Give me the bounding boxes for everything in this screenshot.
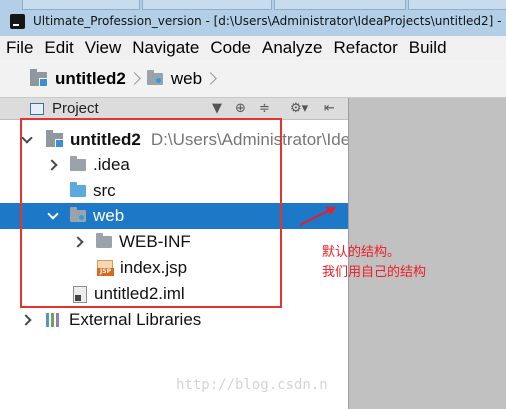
tree-item-untitled2-iml[interactable]: untitled2.iml xyxy=(0,281,348,307)
folder-icon xyxy=(96,233,112,248)
project-path: D:\Users\Administrator\Ide xyxy=(150,130,348,149)
tree-item-label: untitled2.iml xyxy=(94,284,185,303)
collapse-all-icon[interactable]: ≑ xyxy=(259,102,270,116)
window-title: Ultimate_Profession_version - [d:\Users\… xyxy=(33,14,506,28)
annotation-text-line1: 默认的结构。 xyxy=(322,245,401,260)
dropdown-arrow-icon[interactable]: ▼ xyxy=(212,102,222,116)
background-tab[interactable] xyxy=(22,0,140,10)
chevron-right-icon[interactable] xyxy=(71,236,84,248)
project-view-icon xyxy=(30,102,44,115)
tree-item-label: untitled2 xyxy=(70,130,141,149)
chevron-right-icon[interactable] xyxy=(45,159,58,171)
tree-item-index-jsp[interactable]: JSP index.jsp xyxy=(0,255,348,281)
chevron-right-icon[interactable] xyxy=(19,314,32,326)
background-tab[interactable] xyxy=(142,0,272,10)
navigation-bar: untitled2 web xyxy=(0,60,506,98)
jsp-file-icon: JSP xyxy=(97,260,114,276)
window-title-bar: Ultimate_Profession_version - [d:\Users\… xyxy=(0,0,506,36)
menu-edit[interactable]: Edit xyxy=(44,38,73,58)
chevron-down-icon[interactable] xyxy=(21,132,33,145)
background-tab[interactable] xyxy=(408,0,506,10)
menu-analyze[interactable]: Analyze xyxy=(262,38,322,58)
web-folder-icon xyxy=(70,207,86,222)
breadcrumb-label: untitled2 xyxy=(55,68,126,88)
menu-view[interactable]: View xyxy=(85,38,122,58)
libraries-icon xyxy=(46,313,62,327)
annotation-text-line2: 我们用自己的结构 xyxy=(322,265,427,280)
tree-item-label: External Libraries xyxy=(69,310,202,329)
watermark: http://blog.csdn.n xyxy=(176,377,328,393)
menu-build[interactable]: Build xyxy=(409,38,447,58)
folder-icon xyxy=(70,156,86,171)
annotation-arrow-icon xyxy=(299,207,336,226)
breadcrumb-label: web xyxy=(170,68,203,88)
iml-file-icon xyxy=(73,285,87,303)
hide-panel-icon[interactable]: ⇤ xyxy=(324,102,335,116)
menu-bar: File Edit View Navigate Code Analyze Ref… xyxy=(0,36,506,60)
tree-item-label: src xyxy=(93,181,116,200)
tree-item-label: web xyxy=(93,206,125,225)
tree-item-label: index.jsp xyxy=(120,258,188,277)
project-panel-title[interactable]: Project xyxy=(52,100,99,117)
module-icon xyxy=(46,130,64,148)
menu-code[interactable]: Code xyxy=(210,38,251,58)
menu-file[interactable]: File xyxy=(6,38,33,58)
scroll-from-source-icon[interactable]: ⊕ xyxy=(235,102,246,116)
gear-icon[interactable]: ⚙▾ xyxy=(290,102,308,116)
tree-item-external-libraries[interactable]: External Libraries xyxy=(0,307,348,333)
chevron-right-icon xyxy=(127,72,141,85)
tree-item-src[interactable]: src xyxy=(0,178,348,204)
breadcrumb-web[interactable]: web xyxy=(146,68,223,89)
tree-item-web-inf[interactable]: WEB-INF xyxy=(0,229,348,255)
intellij-app-icon xyxy=(10,13,25,29)
chevron-down-icon[interactable] xyxy=(47,208,59,221)
project-panel-header: Project ▼ ⊕ ≑ ⚙▾ ⇤ xyxy=(0,98,348,120)
source-folder-icon xyxy=(70,182,86,197)
chevron-right-icon xyxy=(204,72,217,85)
menu-navigate[interactable]: Navigate xyxy=(132,38,199,58)
web-folder-icon xyxy=(146,69,163,85)
tree-item-untitled2[interactable]: untitled2 D:\Users\Administrator\Ide xyxy=(0,127,348,153)
module-icon xyxy=(30,68,48,87)
menu-refactor[interactable]: Refactor xyxy=(333,38,397,58)
background-tab[interactable] xyxy=(274,0,406,10)
breadcrumb-untitled2[interactable]: untitled2 xyxy=(30,68,147,89)
tree-item-label: WEB-INF xyxy=(119,232,191,251)
tree-item-idea[interactable]: .idea xyxy=(0,152,348,178)
project-tool-window: Project ▼ ⊕ ≑ ⚙▾ ⇤ untitled2 D:\Users\Ad… xyxy=(0,98,348,409)
tree-item-label: .idea xyxy=(93,155,130,174)
